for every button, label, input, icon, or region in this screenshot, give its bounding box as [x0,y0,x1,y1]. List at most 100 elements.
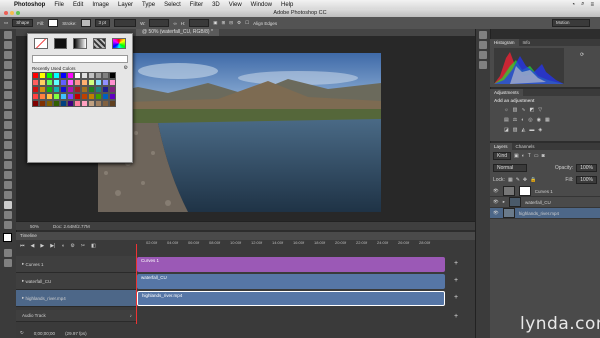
solid-color-button[interactable] [53,38,68,49]
width-field[interactable] [149,19,170,27]
zoom-level[interactable]: 50% [30,224,39,229]
tab-channels[interactable]: Channels [512,143,539,150]
color-swatch[interactable] [109,100,116,107]
color-swatch[interactable] [46,93,53,100]
split-icon[interactable]: ✂ [81,243,85,249]
photo-filter-icon[interactable]: ◎ [528,117,532,123]
exposure-icon[interactable]: ◩ [530,107,535,113]
document-size[interactable]: Doc: 2.64M/2.77M [53,224,90,229]
transition-icon[interactable]: ◧ [91,243,96,249]
menu-image[interactable]: Image [92,2,109,8]
history-icon[interactable] [479,31,487,39]
posterize-icon[interactable]: ▧ [513,127,518,133]
track-curves[interactable]: ▸ Curves 1 [16,256,136,273]
clip-waterfall[interactable]: waterfall_CU [137,274,445,289]
color-swatches[interactable] [0,233,16,247]
properties-icon[interactable] [479,41,487,49]
adjust-filter-icon[interactable]: ◐ [522,153,525,159]
color-swatch[interactable] [32,100,39,107]
color-swatch[interactable] [74,100,81,107]
color-swatch[interactable] [81,86,88,93]
color-swatch[interactable] [39,93,46,100]
minimize-window-button[interactable] [10,11,14,15]
color-swatch[interactable] [95,72,102,79]
audio-note-icon[interactable]: ♪ [130,313,132,318]
color-swatch[interactable] [53,93,60,100]
brush-tool-icon[interactable] [4,101,12,109]
selective-color-icon[interactable]: ◈ [538,127,542,133]
color-swatch[interactable] [88,72,95,79]
no-color-button[interactable] [34,38,48,49]
color-swatch[interactable] [67,93,74,100]
shape-tool-icon[interactable] [4,201,12,209]
audio-icon[interactable]: ◖ [61,243,64,249]
color-swatch[interactable] [32,86,39,93]
settings-icon[interactable]: ⚙ [70,243,74,249]
foreground-color[interactable] [3,233,12,242]
type-tool-icon[interactable] [4,181,12,189]
color-swatch[interactable] [95,79,102,86]
color-swatch[interactable] [88,93,95,100]
color-swatch[interactable] [102,93,109,100]
stroke-style-select[interactable] [114,19,137,27]
color-swatch[interactable] [88,86,95,93]
color-swatch[interactable] [60,72,67,79]
tab-adjustments[interactable]: Adjustments [490,89,523,96]
eraser-tool-icon[interactable] [4,131,12,139]
add-media-button[interactable]: + [452,294,460,302]
spotlight-icon[interactable]: ⌕ [581,1,584,8]
color-swatch[interactable] [95,100,102,107]
history-brush-tool-icon[interactable] [4,121,12,129]
shape-mode-select[interactable]: Shape [12,19,34,27]
color-swatch[interactable] [60,100,67,107]
menu-type[interactable]: Type [142,2,155,8]
close-window-button[interactable] [4,11,8,15]
color-swatch[interactable] [46,79,53,86]
channel-mixer-icon[interactable]: ◉ [537,117,541,123]
lookup-icon[interactable]: ▦ [545,117,550,123]
workspace-select[interactable]: Motion [552,19,590,27]
vibrance-icon[interactable]: ▽ [538,107,542,113]
color-swatch[interactable] [53,100,60,107]
brightness-icon[interactable]: ☼ [504,107,509,113]
color-swatch[interactable] [74,93,81,100]
color-swatch[interactable] [109,79,116,86]
screen-mode-icon[interactable] [4,259,12,267]
document-image[interactable] [98,53,381,212]
healing-tool-icon[interactable] [4,91,12,99]
timecode[interactable]: 0;00;00;00 [34,331,55,336]
color-swatch[interactable] [81,79,88,86]
visibility-eye-icon[interactable]: 👁 [493,199,499,205]
blend-mode-select[interactable]: Normal [493,164,527,172]
visibility-eye-icon[interactable]: 👁 [493,210,499,216]
levels-icon[interactable]: ▥ [513,107,518,113]
menu-file[interactable]: File [54,2,64,8]
color-swatch[interactable] [88,79,95,86]
clip-highlands[interactable]: highlands_river.mp4 [137,291,445,306]
menu-select[interactable]: Select [164,2,181,8]
menu-layer[interactable]: Layer [118,2,133,8]
opacity-field[interactable]: 100% [576,164,597,172]
color-swatch[interactable] [109,93,116,100]
quick-mask-icon[interactable] [4,249,12,257]
color-swatch[interactable] [39,86,46,93]
curves-icon[interactable]: ∿ [521,107,525,113]
color-swatch[interactable] [39,72,46,79]
pen-tool-icon[interactable] [4,171,12,179]
color-swatch[interactable] [53,86,60,93]
color-swatch[interactable] [109,86,116,93]
color-swatch[interactable] [46,72,53,79]
next-frame-icon[interactable]: ▶| [50,243,55,249]
pixel-filter-icon[interactable]: ▣ [514,153,519,159]
lasso-tool-icon[interactable] [4,51,12,59]
color-swatch[interactable] [39,100,46,107]
clip-curves[interactable]: Curves 1 [137,257,445,272]
color-swatch[interactable] [32,93,39,100]
tab-histogram[interactable]: Histogram [490,39,519,46]
color-swatch[interactable] [102,79,109,86]
menu-edit[interactable]: Edit [73,2,83,8]
color-swatch[interactable] [67,86,74,93]
color-swatch[interactable] [67,72,74,79]
stroke-size-field[interactable]: 3 pt [94,19,111,27]
document-tab[interactable]: @ 50% (waterfall_CU, RGB/8) * [136,29,219,36]
